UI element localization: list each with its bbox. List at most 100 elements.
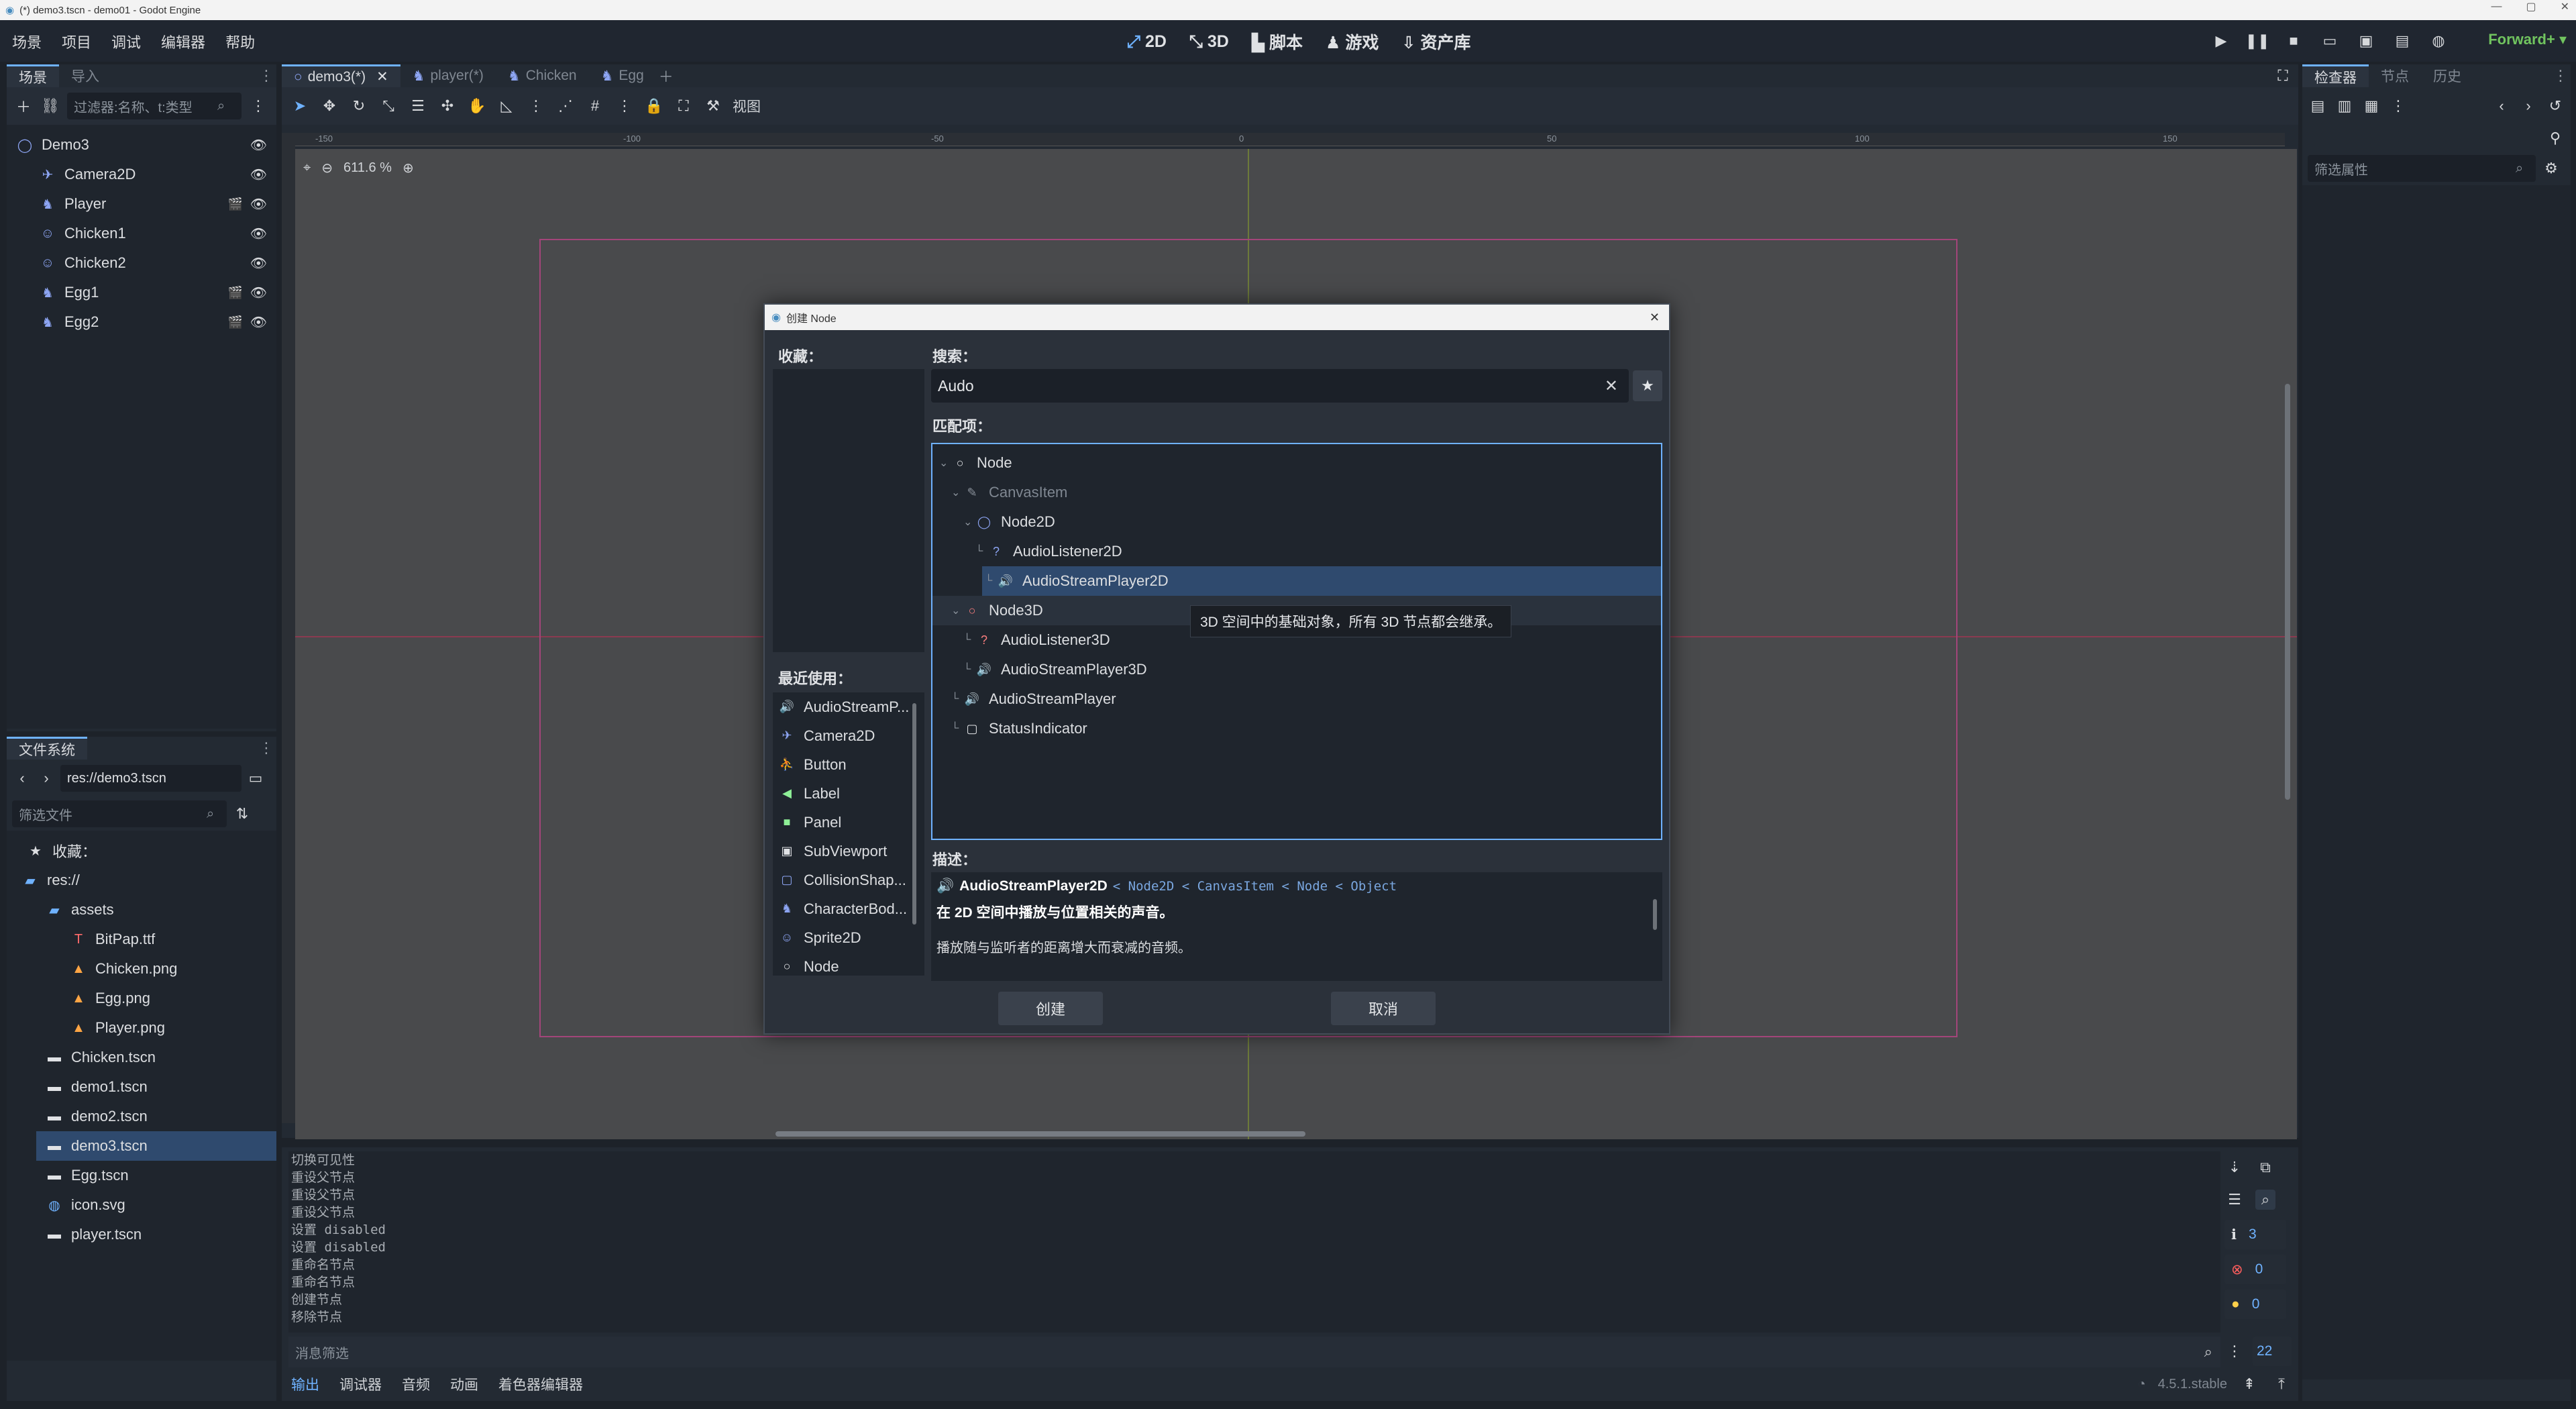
recent-item[interactable]: ▣ SubViewport: [778, 837, 924, 866]
inspector-settings-icon[interactable]: ⚙: [2541, 158, 2561, 178]
expand-panel-icon[interactable]: ⤒: [2271, 1374, 2292, 1394]
menu-project[interactable]: 项目: [62, 31, 91, 52]
match-item[interactable]: ⌄ ○ Node: [932, 448, 1661, 478]
skeleton-icon[interactable]: ⚒: [703, 96, 723, 116]
match-item[interactable]: └ 🔊 AudioStreamPlayer2D: [982, 566, 1661, 596]
favorites-list[interactable]: [773, 369, 924, 652]
match-item[interactable]: └ ▢ StatusIndicator: [932, 714, 1661, 743]
visibility-eye-icon[interactable]: 👁: [250, 284, 267, 301]
movie-maker-icon[interactable]: ◍: [2428, 31, 2449, 51]
recent-item[interactable]: ⛹ Button: [778, 750, 924, 779]
scene-tab[interactable]: ○ demo3(*) ✕: [282, 64, 400, 87]
search-input[interactable]: Audo ✕: [931, 369, 1629, 403]
recent-item[interactable]: ☺ Sprite2D: [778, 923, 924, 952]
file-item[interactable]: ▬ demo3.tscn: [36, 1131, 276, 1161]
recent-scrollbar[interactable]: [912, 703, 916, 925]
scene-node-row[interactable]: ♞ Egg1 🎬 👁: [7, 278, 276, 307]
file-item[interactable]: ▰ res://: [7, 866, 276, 895]
tab-filesystem[interactable]: 文件系统: [7, 737, 87, 760]
inherit-canvasitem[interactable]: CanvasItem: [1197, 879, 1274, 894]
match-item[interactable]: ⌄ ◯ Node2D: [932, 507, 1661, 537]
recent-item[interactable]: ◀ Label: [778, 779, 924, 808]
snap-options-icon[interactable]: ⋮: [614, 96, 635, 116]
chevron-down-icon[interactable]: ⌄: [951, 604, 963, 617]
file-item[interactable]: ▰ assets: [7, 895, 276, 925]
search-toggle-icon[interactable]: ⌕: [2255, 1190, 2275, 1210]
file-item[interactable]: ▬ demo1.tscn: [7, 1072, 276, 1102]
match-item[interactable]: ⌄ ✎ CanvasItem: [932, 478, 1661, 507]
recent-item[interactable]: ■ Panel: [778, 808, 924, 837]
lock-icon[interactable]: 🔒: [644, 96, 664, 116]
scene-filter-input[interactable]: 过滤器:名称、t:类型 ⌕: [67, 93, 241, 119]
menu-icon[interactable]: ⋮: [2224, 1341, 2245, 1361]
add-tab-icon[interactable]: ＋: [656, 66, 676, 86]
list-select-icon[interactable]: ☰: [408, 96, 428, 116]
rotate-tool-icon[interactable]: ↻: [349, 96, 369, 116]
total-count[interactable]: 22: [2253, 1337, 2292, 1366]
file-item[interactable]: ▲ Chicken.png: [7, 954, 276, 984]
group-messages-icon[interactable]: ☰: [2224, 1190, 2245, 1210]
scene-node-row[interactable]: ☺ Chicken2 👁: [7, 248, 276, 278]
bottom-tab[interactable]: 动画: [450, 1374, 478, 1394]
bottom-tab[interactable]: 调试器: [339, 1374, 382, 1394]
open-scene-icon[interactable]: 🎬: [228, 286, 243, 300]
property-filter-input[interactable]: 筛选属性 ⌕: [2308, 155, 2536, 182]
open-scene-icon[interactable]: 🎬: [228, 197, 243, 211]
recent-item[interactable]: 🔊 AudioStreamP...: [778, 692, 924, 721]
distraction-free-icon[interactable]: ⛶: [2273, 66, 2293, 86]
scene-tab[interactable]: ♞ Egg: [589, 64, 656, 87]
bottom-tab[interactable]: 着色器编辑器: [498, 1374, 583, 1394]
renderer-select[interactable]: Forward+ ▾: [2488, 31, 2567, 48]
dock-menu-icon[interactable]: ⋮: [256, 66, 276, 86]
add-node-icon[interactable]: ＋: [13, 96, 34, 116]
resource-menu-icon[interactable]: ⋮: [2388, 96, 2408, 116]
toolbar-more-icon[interactable]: ⋮: [526, 96, 546, 116]
grid-snap-icon[interactable]: #: [585, 96, 605, 116]
minimize-icon[interactable]: —: [2491, 1, 2502, 13]
stop-icon[interactable]: ■: [2284, 31, 2304, 51]
scene-node-row[interactable]: ♞ Player 🎬 👁: [7, 189, 276, 219]
recent-item[interactable]: ✈ Camera2D: [778, 721, 924, 750]
match-item[interactable]: └ 🔊 AudioStreamPlayer3D: [932, 655, 1661, 684]
close-tab-icon[interactable]: ✕: [376, 68, 388, 85]
chevron-down-icon[interactable]: ⌄: [939, 456, 951, 470]
smart-snap-icon[interactable]: ⋰: [555, 96, 576, 116]
object-history-icon[interactable]: ↺: [2545, 96, 2565, 116]
save-resource-icon[interactable]: ▦: [2361, 96, 2381, 116]
recent-item[interactable]: ♞ CharacterBod...: [778, 894, 924, 923]
center-view-icon[interactable]: ⌖: [303, 160, 311, 176]
recent-item[interactable]: ▢ CollisionShap...: [778, 866, 924, 894]
clear-output-icon[interactable]: ⇣: [2224, 1157, 2245, 1178]
file-filter-input[interactable]: 筛选文件 ⌕: [12, 800, 227, 827]
scene-node-row[interactable]: ☺ Chicken1 👁: [7, 219, 276, 248]
visibility-eye-icon[interactable]: 👁: [250, 137, 267, 154]
menu-debug[interactable]: 调试: [111, 31, 141, 52]
visibility-eye-icon[interactable]: 👁: [250, 225, 267, 242]
copy-output-icon[interactable]: ⧉: [2255, 1157, 2275, 1178]
warnings-count[interactable]: ● 0: [2224, 1290, 2286, 1319]
mode-game[interactable]: ♟ 游戏: [1326, 30, 1379, 54]
filesystem-menu-icon[interactable]: ⋮: [256, 738, 276, 758]
path-input[interactable]: res://demo3.tscn: [60, 765, 241, 792]
zoom-in-icon[interactable]: ⊕: [402, 160, 414, 176]
favorite-star-icon[interactable]: ★: [1633, 370, 1662, 401]
inherit-node[interactable]: Node: [1297, 879, 1328, 894]
scene-node-row[interactable]: ♞ Egg2 🎬 👁: [7, 307, 276, 337]
chevron-down-icon[interactable]: ⌄: [963, 515, 975, 529]
tab-import[interactable]: 导入: [59, 64, 111, 87]
visibility-eye-icon[interactable]: 👁: [250, 314, 267, 331]
instance-scene-icon[interactable]: ⛓: [40, 96, 60, 116]
scene-node-row[interactable]: ◯ Demo3 👁: [7, 130, 276, 160]
messages-count[interactable]: ℹ3: [2224, 1220, 2286, 1249]
pivot-tool-icon[interactable]: ✣: [437, 96, 458, 116]
pin-panel-icon[interactable]: ⇞: [2239, 1374, 2259, 1394]
sort-icon[interactable]: ⇅: [232, 804, 252, 824]
play-icon[interactable]: ▶: [2211, 31, 2231, 51]
inherit-node2d[interactable]: Node2D: [1128, 879, 1175, 894]
file-item[interactable]: ▲ Egg.png: [7, 984, 276, 1013]
mode-script[interactable]: ▙ 脚本: [1252, 30, 1303, 54]
file-item[interactable]: ▬ player.tscn: [7, 1220, 276, 1249]
move-tool-icon[interactable]: ✥: [319, 96, 339, 116]
split-view-icon[interactable]: ▭: [246, 768, 266, 788]
scale-tool-icon[interactable]: ⤡: [378, 96, 398, 116]
